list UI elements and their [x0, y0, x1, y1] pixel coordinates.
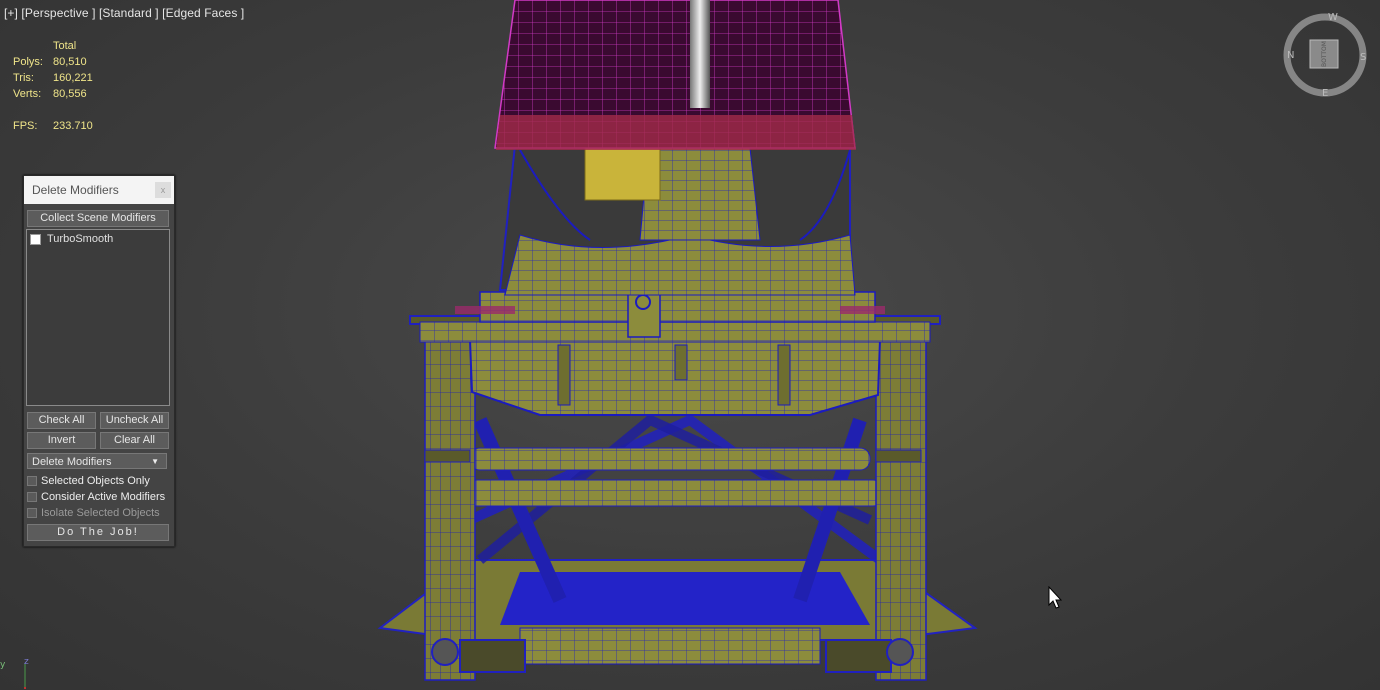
mode-dropdown[interactable]: Delete Modifiers ▼: [27, 453, 167, 469]
isolate-selected-objects-checkbox: Isolate Selected Objects: [27, 506, 160, 520]
polys-value: 80,510: [53, 56, 87, 68]
panel-title-bar[interactable]: Delete Modifiers x: [24, 176, 174, 204]
axis-y-label: y: [0, 660, 6, 670]
close-icon[interactable]: x: [155, 182, 171, 198]
axis-tripod: y z: [0, 657, 29, 689]
fps-label: FPS:: [13, 120, 38, 132]
model-tower-mesh: [377, 0, 978, 681]
verts-label: Verts:: [13, 88, 42, 100]
chevron-down-icon: ▼: [151, 457, 159, 466]
checkbox-box[interactable]: [27, 476, 37, 486]
viewcube-face-label: BOTTOM: [1321, 41, 1328, 67]
viewport-label[interactable]: [+] [Perspective ] [Standard ] [Edged Fa…: [4, 6, 244, 20]
statistics-overlay: Total Polys: 80,510 Tris: 160,221 Verts: 80…: [13, 38, 93, 134]
panel-title: Delete Modifiers: [32, 183, 119, 197]
checkbox-box: [27, 508, 37, 518]
clear-all-button[interactable]: Clear All: [100, 432, 169, 449]
polys-label: Polys:: [13, 56, 43, 68]
list-item[interactable]: TurboSmooth: [27, 232, 169, 246]
modifier-list[interactable]: TurboSmooth: [26, 229, 170, 406]
modifier-label: TurboSmooth: [47, 233, 114, 245]
invert-button[interactable]: Invert: [27, 432, 96, 449]
delete-modifiers-panel: Delete Modifiers x Collect Scene Modifie…: [23, 175, 175, 547]
checkbox-label: Isolate Selected Objects: [41, 507, 160, 519]
checkbox-label: Selected Objects Only: [41, 475, 150, 487]
stats-header: Total: [53, 40, 77, 52]
checkbox-label: Consider Active Modifiers: [41, 491, 166, 503]
compass-w-label: W: [1328, 12, 1338, 23]
mode-dropdown-value: Delete Modifiers: [32, 456, 112, 468]
check-all-button[interactable]: Check All: [27, 412, 96, 429]
do-the-job-button[interactable]: Do The Job!: [27, 524, 169, 541]
selected-objects-only-checkbox[interactable]: Selected Objects Only: [27, 474, 150, 488]
compass-n-label: N: [1287, 50, 1294, 61]
consider-active-modifiers-checkbox[interactable]: Consider Active Modifiers: [27, 490, 165, 504]
modifier-checkbox[interactable]: [30, 233, 41, 245]
tris-value: 160,221: [53, 72, 93, 84]
collect-scene-modifiers-button[interactable]: Collect Scene Modifiers: [27, 210, 169, 227]
compass-s-label: S: [1360, 52, 1366, 63]
viewcube[interactable]: BOTTOM W N S E: [1280, 10, 1370, 100]
verts-value: 80,556: [53, 88, 87, 100]
axis-z-label: z: [24, 657, 29, 667]
fps-value: 233.710: [53, 120, 93, 132]
viewport-3d-scene[interactable]: [0, 0, 1380, 690]
uncheck-all-button[interactable]: Uncheck All: [100, 412, 169, 429]
mouse-cursor-icon: [1048, 586, 1062, 609]
tris-label: Tris:: [13, 72, 34, 84]
compass-e-label: E: [1322, 88, 1328, 99]
checkbox-box[interactable]: [27, 492, 37, 502]
